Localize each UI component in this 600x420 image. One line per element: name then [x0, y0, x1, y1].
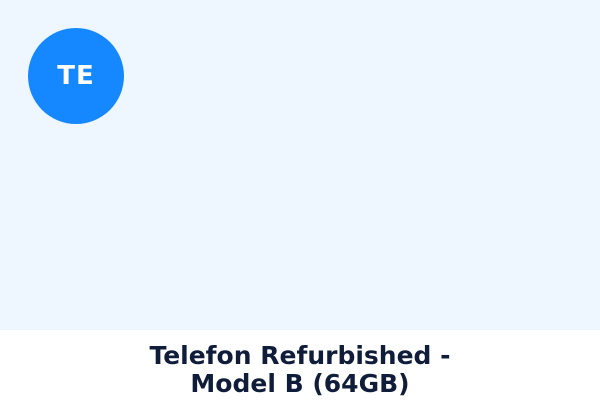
product-card[interactable]: TE Telefon Refurbished - Model B (64GB) [0, 0, 600, 420]
product-image-placeholder: TE [0, 0, 600, 330]
title-area: Telefon Refurbished - Model B (64GB) [0, 330, 600, 420]
initials-avatar: TE [28, 28, 124, 124]
avatar-initials: TE [57, 61, 95, 91]
product-title: Telefon Refurbished - Model B (64GB) [149, 341, 451, 398]
